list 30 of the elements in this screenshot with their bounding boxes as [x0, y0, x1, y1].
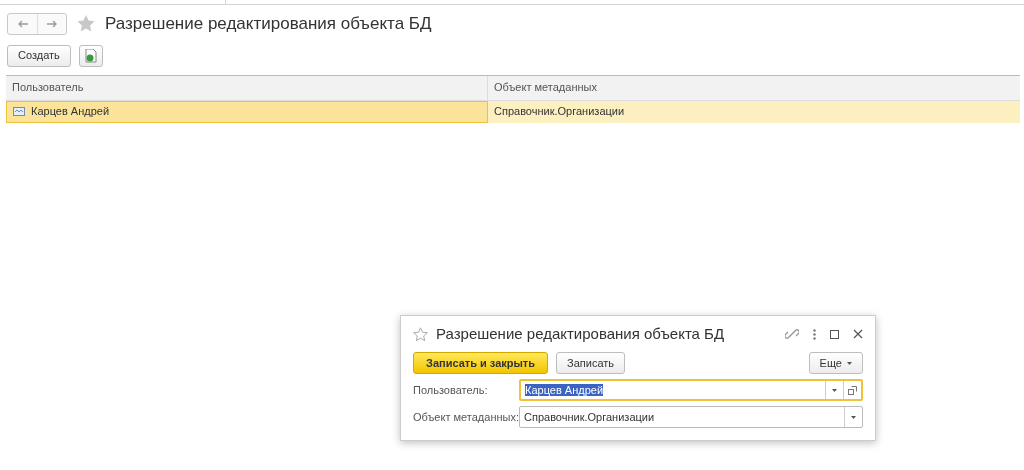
right-arrow-icon — [46, 19, 58, 28]
create-button[interactable]: Создать — [7, 44, 71, 67]
more-button[interactable]: Еще — [808, 352, 863, 374]
maximize-icon[interactable] — [830, 329, 839, 339]
caret-icon — [847, 361, 852, 365]
left-arrow-icon — [16, 19, 29, 28]
save-button[interactable]: Записать — [556, 352, 626, 374]
link-icon[interactable] — [785, 327, 799, 341]
open-window-icon — [848, 385, 857, 395]
more-icon[interactable] — [813, 328, 816, 340]
page-title: Разрешение редактирования объекта БД — [105, 13, 432, 35]
field-label: Пользователь: — [413, 382, 489, 398]
copy-button[interactable] — [78, 44, 103, 67]
table-cell-text: Карцев Андрей — [31, 104, 110, 120]
input-field[interactable]: Карцев Андрей — [519, 379, 863, 401]
input-field[interactable]: Справочник.Организации — [519, 406, 863, 428]
caret-icon — [851, 415, 856, 419]
caret-icon — [832, 388, 837, 392]
table-cell-text: Справочник.Организации — [494, 104, 625, 120]
table-row[interactable]: Карцев Андрей Справочник.Организации — [6, 100, 1020, 123]
dialog-title: Разрешение редактирования объекта БД — [436, 323, 726, 344]
column-header[interactable]: Пользователь — [6, 75, 488, 100]
star-icon[interactable] — [77, 15, 95, 33]
save-close-button[interactable]: Записать и закрыть — [413, 352, 549, 374]
document-add-icon — [84, 48, 97, 63]
column-header[interactable]: Объект метаданных — [488, 75, 1020, 100]
user-card-icon — [13, 107, 25, 116]
star-icon[interactable] — [413, 327, 428, 341]
close-icon[interactable] — [853, 329, 863, 339]
field-label: Объект метаданных: — [413, 409, 519, 425]
